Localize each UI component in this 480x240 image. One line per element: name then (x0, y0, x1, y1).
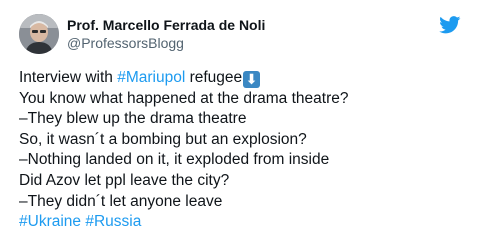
tweet-line: –They blew up the drama theatre (19, 110, 247, 128)
tweet-text-segment: Interview with (19, 69, 118, 86)
author-handle[interactable]: @ProfessorsBlogg (67, 34, 265, 52)
down-arrow-emoji-icon: ⬇ (243, 71, 261, 88)
tweet-text-segment: refugee (185, 69, 243, 86)
tweet-text: Interview with #Mariupol refugee ⬇ You kn… (19, 68, 468, 233)
hashtag-ukraine[interactable]: #Ukraine (19, 213, 81, 230)
tweet-line: –They didn´t let anyone leave (19, 192, 223, 210)
tweet-line: –Nothing landed on it, it exploded from … (19, 151, 330, 169)
tweet-line: You know what happened at the drama thea… (19, 89, 349, 107)
tweet-line: Did Azov let ppl leave the city? (19, 171, 230, 189)
hashtag-mariupol[interactable]: #Mariupol (117, 69, 185, 86)
avatar[interactable] (19, 14, 59, 54)
twitter-bird-icon[interactable] (439, 16, 461, 34)
author-block: Prof. Marcello Ferrada de Noli @Professo… (67, 16, 265, 52)
tweet-card: Prof. Marcello Ferrada de Noli @Professo… (0, 0, 480, 240)
tweet-line: #Ukraine #Russia (19, 212, 468, 233)
hashtag-russia[interactable]: #Russia (85, 213, 141, 230)
tweet-line: So, it wasn´t a bombing but an explosion… (19, 130, 307, 148)
author-display-name[interactable]: Prof. Marcello Ferrada de Noli (67, 16, 265, 34)
tweet-line: Interview with #Mariupol refugee ⬇ (19, 68, 468, 89)
